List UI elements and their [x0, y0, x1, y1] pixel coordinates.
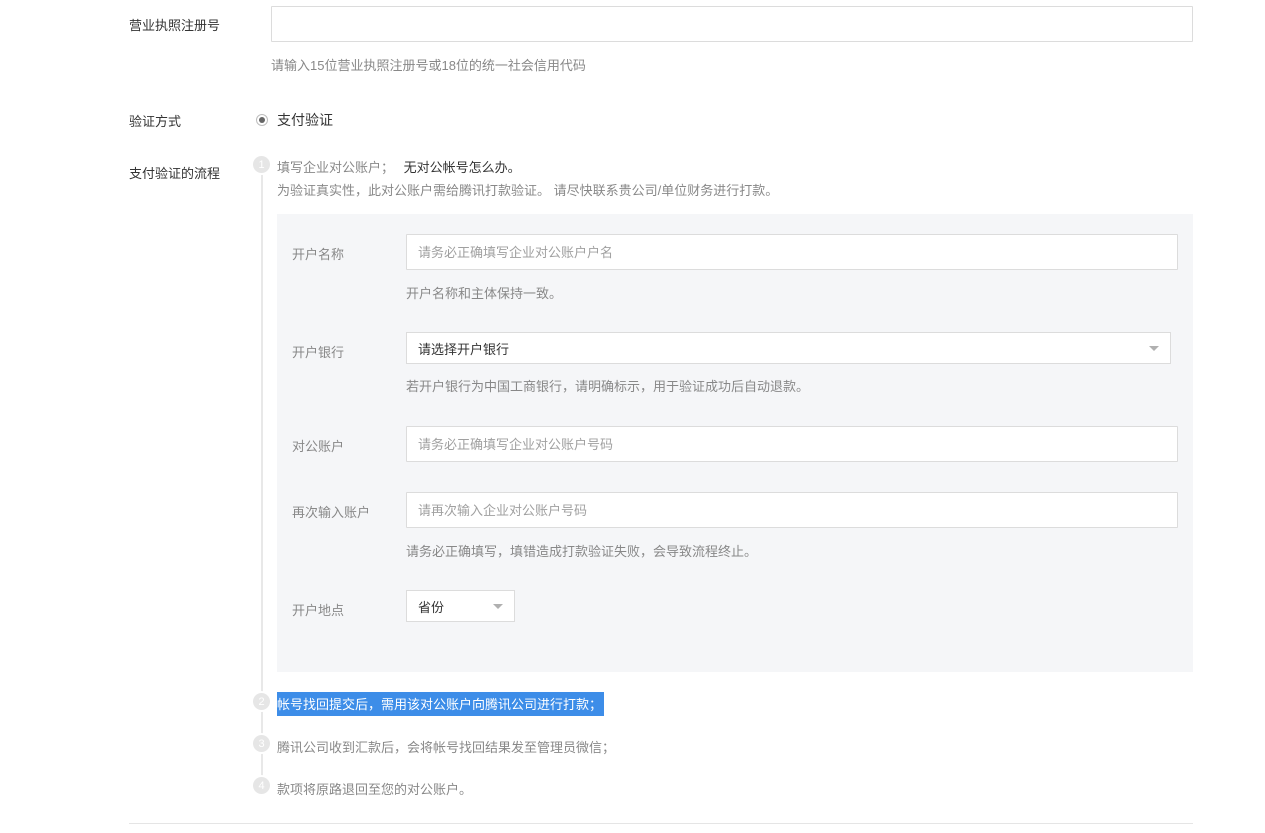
payment-verify-label: 支付验证 — [277, 112, 333, 128]
account-name-label: 开户名称 — [292, 247, 345, 262]
no-account-link[interactable]: 无对公帐号怎么办。 — [404, 160, 521, 175]
account-name-hint: 开户名称和主体保持一致。 — [406, 286, 563, 301]
chevron-down-icon — [493, 603, 503, 609]
verify-method-label: 验证方式 — [129, 114, 182, 129]
license-input[interactable] — [271, 6, 1193, 42]
location-label: 开户地点 — [292, 603, 345, 618]
bank-select-value: 请选择开户银行 — [418, 341, 510, 357]
payment-verify-radio[interactable]: 支付验证 — [256, 110, 333, 130]
step-3-text: 腾讯公司收到汇款后，会将帐号找回结果发至管理员微信； — [277, 740, 616, 755]
step-2-text: 帐号找回提交后，需用该对公账户向腾讯公司进行打款； — [277, 692, 605, 716]
step-4-text: 款项将原路退回至您的对公账户。 — [277, 782, 473, 797]
account-confirm-input[interactable] — [406, 492, 1178, 528]
bank-label: 开户银行 — [292, 345, 345, 360]
bank-hint: 若开户银行为中国工商银行，请明确标示，用于验证成功后自动退款。 — [406, 379, 810, 394]
account-name-input[interactable] — [406, 234, 1178, 270]
province-select[interactable]: 省份 — [406, 590, 515, 622]
timeline-line — [261, 165, 263, 785]
radio-icon[interactable] — [256, 114, 268, 126]
license-label: 营业执照注册号 — [129, 18, 221, 33]
step-1-number: 1 — [253, 156, 270, 173]
step-1-title: 填写企业对公账户； 无对公帐号怎么办。 — [277, 157, 521, 176]
step-1-text: 填写企业对公账户； — [277, 160, 395, 175]
step-2-number: 2 — [253, 693, 270, 710]
step-4-number: 4 — [253, 777, 270, 794]
step-3-number: 3 — [253, 735, 270, 752]
account-number-label: 对公账户 — [292, 439, 345, 454]
account-confirm-label: 再次输入账户 — [292, 505, 371, 520]
province-select-value: 省份 — [418, 599, 445, 615]
account-confirm-hint: 请务必正确填写，填错造成打款验证失败，会导致流程终止。 — [406, 544, 758, 559]
divider — [129, 823, 1193, 824]
account-number-input[interactable] — [406, 426, 1178, 462]
step-1-subtext: 为验证真实性，此对公账户需给腾讯打款验证。 请尽快联系贵公司/单位财务进行打款。 — [277, 183, 779, 198]
bank-select[interactable]: 请选择开户银行 — [406, 332, 1171, 364]
chevron-down-icon — [1149, 345, 1159, 351]
flow-label: 支付验证的流程 — [129, 166, 221, 181]
license-hint: 请输入15位营业执照注册号或18位的统一社会信用代码 — [271, 58, 586, 73]
